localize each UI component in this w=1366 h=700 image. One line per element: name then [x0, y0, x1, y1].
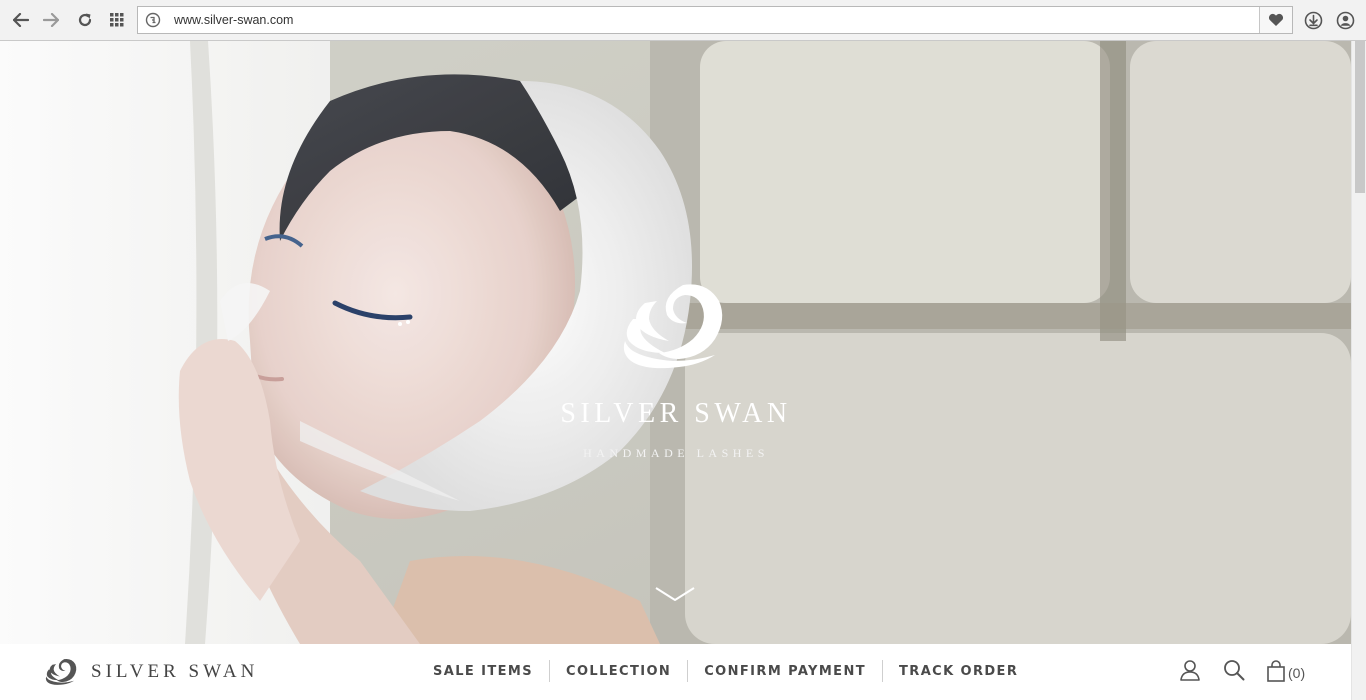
- hero-title: SILVER SWAN: [560, 398, 792, 429]
- nav-item-collection[interactable]: COLLECTION: [550, 664, 687, 679]
- site-info-icon[interactable]: [145, 12, 161, 28]
- browser-toolbar: www.silver-swan.com: [0, 0, 1366, 41]
- user-icon[interactable]: [1179, 659, 1201, 681]
- hero-subtitle: HANDMADE LASHES: [583, 446, 769, 460]
- search-icon[interactable]: [1223, 659, 1245, 681]
- nav-logo-text: SILVER SWAN: [91, 661, 259, 682]
- hero-banner: SILVER SWAN HANDMADE LASHES: [0, 41, 1351, 644]
- reload-icon[interactable]: [74, 9, 96, 31]
- forward-icon[interactable]: [40, 9, 62, 31]
- nav-item-confirm-payment[interactable]: CONFIRM PAYMENT: [688, 664, 882, 679]
- account-icon[interactable]: [1336, 11, 1355, 30]
- chevron-down-icon[interactable]: [654, 585, 696, 603]
- back-icon[interactable]: [10, 9, 32, 31]
- nav-item-sale-items[interactable]: SALE ITEMS: [417, 664, 549, 679]
- site-navigation: SILVER SWAN SALE ITEMS COLLECTION CONFIR…: [0, 644, 1351, 700]
- heart-icon[interactable]: [1259, 7, 1292, 33]
- address-bar[interactable]: www.silver-swan.com: [137, 6, 1293, 34]
- nav-logo[interactable]: SILVER SWAN: [45, 656, 258, 688]
- page-scrollbar[interactable]: [1351, 41, 1366, 700]
- cart-count[interactable]: (0): [1288, 665, 1305, 681]
- scrollbar-thumb[interactable]: [1355, 41, 1365, 193]
- hero-brand: SILVER SWAN HANDMADE LASHES: [0, 41, 1351, 644]
- nav-item-track-order[interactable]: TRACK ORDER: [883, 664, 1034, 679]
- apps-grid-icon[interactable]: [106, 9, 128, 31]
- download-icon[interactable]: [1304, 11, 1323, 30]
- shopping-bag-icon[interactable]: [1266, 660, 1286, 682]
- swan-logo-icon: [623, 284, 723, 369]
- url-text[interactable]: www.silver-swan.com: [174, 13, 293, 27]
- swan-logo-icon: [45, 658, 77, 685]
- main-menu: SALE ITEMS COLLECTION CONFIRM PAYMENT TR…: [417, 660, 1034, 682]
